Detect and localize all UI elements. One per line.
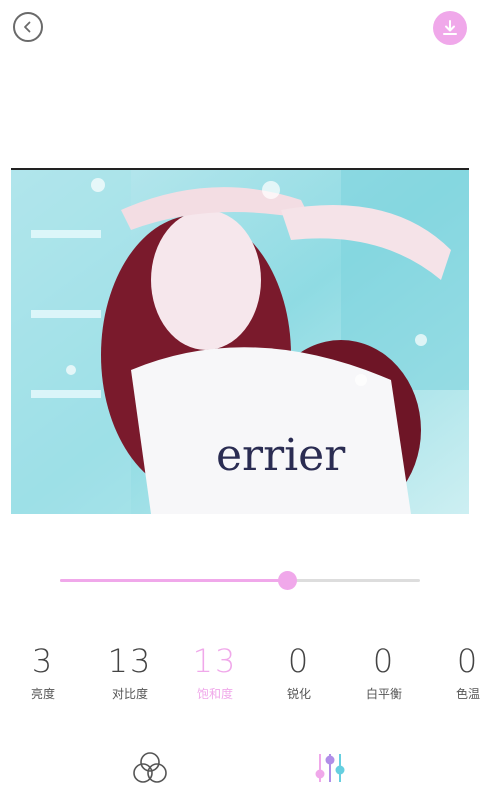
slider-thumb[interactable]	[277, 571, 297, 590]
svg-text:errier: errier	[216, 430, 346, 481]
adjustment-label: 饱和度	[196, 687, 233, 701]
tab-adjust[interactable]	[308, 746, 352, 790]
adjustment-value: 13	[192, 642, 238, 680]
adjustment-value: 3	[31, 642, 55, 680]
adjustment-label: 对比度	[111, 687, 148, 701]
tab-filters[interactable]	[128, 746, 172, 790]
adjustment-white-balance[interactable]: 0 白平衡	[341, 640, 427, 702]
download-icon	[443, 20, 457, 35]
sliders-icon	[315, 754, 345, 782]
photo-preview: errier	[11, 168, 469, 514]
adjustment-sharpen[interactable]: 0 锐化	[256, 640, 342, 702]
circles-filter-icon	[133, 752, 167, 783]
adjustment-brightness[interactable]: 3 亮度	[0, 640, 86, 702]
adjustment-label: 白平衡	[365, 687, 402, 701]
download-button[interactable]	[433, 11, 467, 45]
bottom-tab-bar	[0, 740, 480, 800]
chevron-left-icon	[24, 21, 31, 33]
adjustment-slider[interactable]	[60, 571, 420, 591]
adjustment-label: 亮度	[30, 687, 55, 701]
slider-fill	[60, 579, 287, 582]
back-button[interactable]	[13, 12, 43, 42]
adjustment-saturation[interactable]: 13 饱和度	[172, 640, 258, 702]
adjustment-value: 13	[107, 642, 153, 680]
adjustment-contrast[interactable]: 13 对比度	[87, 640, 173, 702]
adjustment-color-temperature[interactable]: 0 色温	[425, 640, 480, 702]
adjustment-list: 3 亮度 13 对比度 13 饱和度 0 锐化 0 白平衡 0 色温	[0, 640, 480, 710]
top-bar	[0, 0, 480, 56]
adjustment-label: 锐化	[286, 687, 311, 701]
adjustment-label: 色温	[455, 687, 480, 701]
adjustment-value: 0	[456, 642, 480, 680]
adjustment-value: 0	[287, 642, 311, 680]
adjustment-value: 0	[372, 642, 396, 680]
